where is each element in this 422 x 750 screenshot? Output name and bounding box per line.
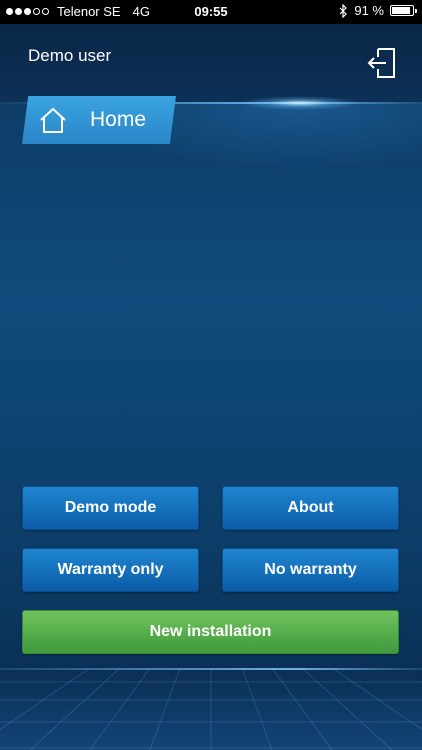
logout-icon [367,48,395,78]
warranty-only-button[interactable]: Warranty only [22,548,199,592]
header-glow [240,96,360,110]
new-installation-button[interactable]: New installation [22,610,399,654]
battery-icon [390,5,417,16]
floor-grid [0,668,422,750]
home-tab[interactable]: Home [22,96,176,144]
status-right: 91 % [339,3,417,18]
about-button[interactable]: About [222,486,399,530]
home-icon [40,107,66,133]
battery-percent: 91 % [354,3,384,18]
app-screen: Telenor SE 4G 09:55 91 % Demo user Home … [0,0,422,750]
battery-fill [392,7,410,14]
floor-grid-lines [0,668,422,750]
demo-mode-button[interactable]: Demo mode [22,486,199,530]
home-tab-label: Home [90,108,147,131]
bluetooth-icon [339,3,348,18]
logout-button[interactable] [364,44,400,80]
user-name: Demo user [28,46,112,65]
status-bar: Telenor SE 4G 09:55 91 % [0,0,422,24]
no-warranty-button[interactable]: No warranty [222,548,399,592]
